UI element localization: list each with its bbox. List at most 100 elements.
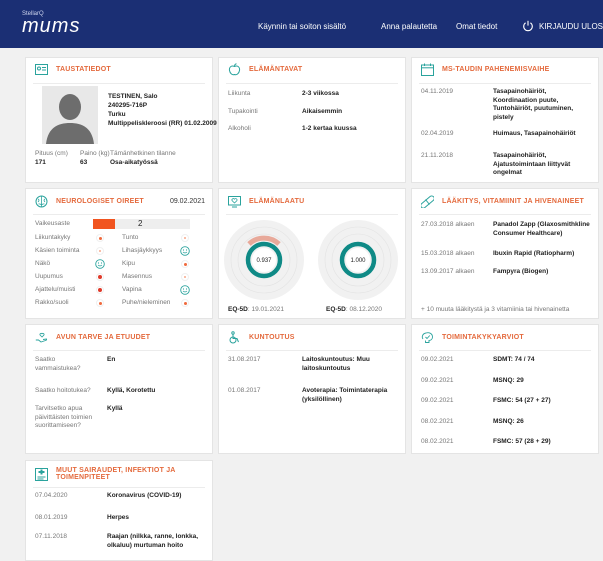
condition-text: Raajan (nilkka, ranne, lonkka, olkaluu) … bbox=[107, 533, 199, 549]
card-neuro-header: NEUROLOGISET OIREET 09.02.2021 bbox=[35, 194, 205, 208]
eq5d-label: EQ-5D bbox=[228, 306, 248, 313]
relapse-text: Tasapainohäiriöt, Koordinaation puute, T… bbox=[493, 88, 574, 121]
medication-date: 27.03.2018 alkaen bbox=[421, 221, 475, 228]
assessment-result: FSMC: 54 (27 + 27) bbox=[493, 397, 551, 404]
divider bbox=[33, 214, 205, 215]
card-func-header: TOIMINTAKYKYARVIOT bbox=[421, 330, 591, 344]
eq5d-value-2: 1.000 bbox=[350, 258, 366, 264]
card-title: ELÄMÄNLAATU bbox=[249, 197, 305, 205]
assessment-date: 09.02.2021 bbox=[421, 356, 454, 363]
lifestyle-label: Alkoholi bbox=[228, 125, 251, 132]
medical-report-icon bbox=[35, 467, 48, 481]
patient-name: TESTINEN, Salo bbox=[108, 93, 158, 100]
assessment-result: SDMT: 74 / 74 bbox=[493, 356, 535, 363]
weight-label: Paino (kg) bbox=[80, 150, 110, 157]
card-help-header: AVUN TARVE JA ETUUDET bbox=[35, 330, 205, 344]
lifestyle-label: Tupakointi bbox=[228, 108, 258, 115]
symptom-indicator-dot bbox=[96, 286, 104, 294]
relapse-date: 04.11.2019 bbox=[421, 88, 454, 95]
card-title: TAUSTATIEDOT bbox=[56, 65, 111, 73]
assessment-date: 08.02.2021 bbox=[421, 418, 454, 425]
symptom-indicator-dot bbox=[181, 234, 189, 242]
severity-label: Vaikeusaste bbox=[35, 220, 70, 227]
symptom-label: Lihasjäykkyys bbox=[122, 247, 163, 254]
card-title: LÄÄKITYS, VITAMIINIT JA HIVENAINEET bbox=[442, 197, 584, 205]
divider bbox=[33, 83, 205, 84]
smiley-icon bbox=[95, 259, 105, 269]
eq5d-value-1: 0.937 bbox=[256, 258, 272, 264]
condition-text: Koronavirus (COVID-19) bbox=[107, 492, 182, 499]
help-answer: En bbox=[107, 356, 116, 363]
top-navigation: StellarQ mums Käynnin tai soiton sisältö… bbox=[0, 0, 603, 48]
eq5d-date: : 19.01.2021 bbox=[247, 306, 285, 313]
condition-date: 07.04.2020 bbox=[35, 492, 68, 499]
eq5d-caption-2: EQ-5D: 08.12.2020 bbox=[326, 306, 382, 315]
tv-heart-icon bbox=[228, 195, 241, 207]
app-logo[interactable]: StellarQ mums bbox=[22, 11, 81, 37]
pill-icon bbox=[421, 194, 434, 208]
power-icon bbox=[523, 20, 533, 32]
divider bbox=[419, 350, 591, 351]
card-title: TOIMINTAKYKYARVIOT bbox=[442, 333, 524, 341]
symptom-label: Näkö bbox=[35, 260, 51, 267]
nav-feedback[interactable]: Anna palautetta bbox=[381, 22, 437, 31]
symptom-label: Käsien toiminta bbox=[35, 247, 80, 254]
nav-my-info[interactable]: Omat tiedot bbox=[456, 22, 497, 31]
symptom-label: Tunto bbox=[122, 234, 139, 241]
height-value: 171 bbox=[35, 159, 46, 166]
brain-icon bbox=[35, 195, 48, 207]
rehab-text: Avoterapia: Toimintaterapia (yksilölline… bbox=[302, 387, 388, 403]
helping-hand-icon bbox=[35, 332, 48, 343]
lifestyle-label: Liikunta bbox=[228, 90, 251, 97]
symptom-label: Ajattelu/muisti bbox=[35, 286, 76, 293]
relapse-date: 21.11.2018 bbox=[421, 152, 454, 159]
symptom-label: Masennus bbox=[122, 273, 152, 280]
logout-label: KIRJAUDU ULOS bbox=[539, 21, 603, 31]
apple-icon bbox=[228, 62, 241, 75]
wheelchair-icon bbox=[229, 330, 239, 343]
symptom-indicator-dot bbox=[96, 247, 104, 255]
neuro-date: 09.02.2021 bbox=[169, 197, 205, 205]
assessment-result: MSNQ: 29 bbox=[493, 377, 524, 384]
weight-value: 63 bbox=[80, 159, 88, 166]
card-title: MUUT SAIRAUDET, INFEKTIOT JA TOIMENPITEE… bbox=[56, 467, 176, 481]
nav-visit-content[interactable]: Käynnin tai soiton sisältö bbox=[258, 22, 346, 31]
logout-button[interactable]: KIRJAUDU ULOS bbox=[522, 20, 603, 32]
divider bbox=[33, 350, 205, 351]
smiley-icon bbox=[180, 246, 190, 256]
card-title: ELÄMÄNTAVAT bbox=[249, 65, 303, 73]
lifestyle-value: Aikaisemmin bbox=[302, 108, 343, 115]
help-answer: Kyllä bbox=[107, 405, 123, 412]
card-medication-header: LÄÄKITYS, VITAMIINIT JA HIVENAINEET bbox=[421, 194, 596, 208]
logo-text: mums bbox=[22, 15, 81, 37]
divider bbox=[419, 83, 591, 84]
assessment-result: FSMC: 57 (28 + 29) bbox=[493, 438, 551, 445]
rehab-date: 31.08.2017 bbox=[228, 356, 261, 363]
avatar bbox=[42, 86, 98, 144]
condition-date: 07.11.2018 bbox=[35, 533, 68, 540]
medication-name: Panadol Zapp (Glaxosmithkline Consumer H… bbox=[493, 221, 590, 237]
patient-id: 240295-716P bbox=[108, 102, 148, 109]
assessment-date: 09.02.2021 bbox=[421, 397, 454, 404]
brain-check-icon bbox=[421, 331, 433, 343]
patient-city: Turku bbox=[108, 111, 126, 118]
assessment-date: 09.02.2021 bbox=[421, 377, 454, 384]
assessment-result: MSNQ: 26 bbox=[493, 418, 524, 425]
card-title: KUNTOUTUS bbox=[249, 333, 295, 341]
symptom-indicator-dot bbox=[96, 234, 104, 242]
symptom-indicator-dot bbox=[96, 273, 104, 281]
more-medications-link[interactable]: + 10 muuta lääkitystä ja 3 vitamiinia ta… bbox=[421, 306, 569, 315]
card-lifestyle-header: ELÄMÄNTAVAT bbox=[228, 62, 398, 76]
lifestyle-value: 1-2 kertaa kuussa bbox=[302, 125, 357, 132]
relapse-text: Tasapainohäiriöt, Ajatustoimintaan liitt… bbox=[493, 152, 571, 176]
medication-date: 15.03.2018 alkaen bbox=[421, 250, 475, 257]
id-card-icon bbox=[35, 63, 48, 75]
relapse-date: 02.04.2019 bbox=[421, 130, 454, 137]
symptom-label: Kipu bbox=[122, 260, 136, 267]
condition-text: Herpes bbox=[107, 514, 130, 521]
medication-date: 13.09.2017 alkaen bbox=[421, 268, 475, 275]
divider bbox=[419, 214, 591, 215]
help-question: Saatko hoitotukea? bbox=[35, 387, 91, 394]
severity-fill bbox=[93, 219, 115, 229]
divider bbox=[226, 83, 398, 84]
